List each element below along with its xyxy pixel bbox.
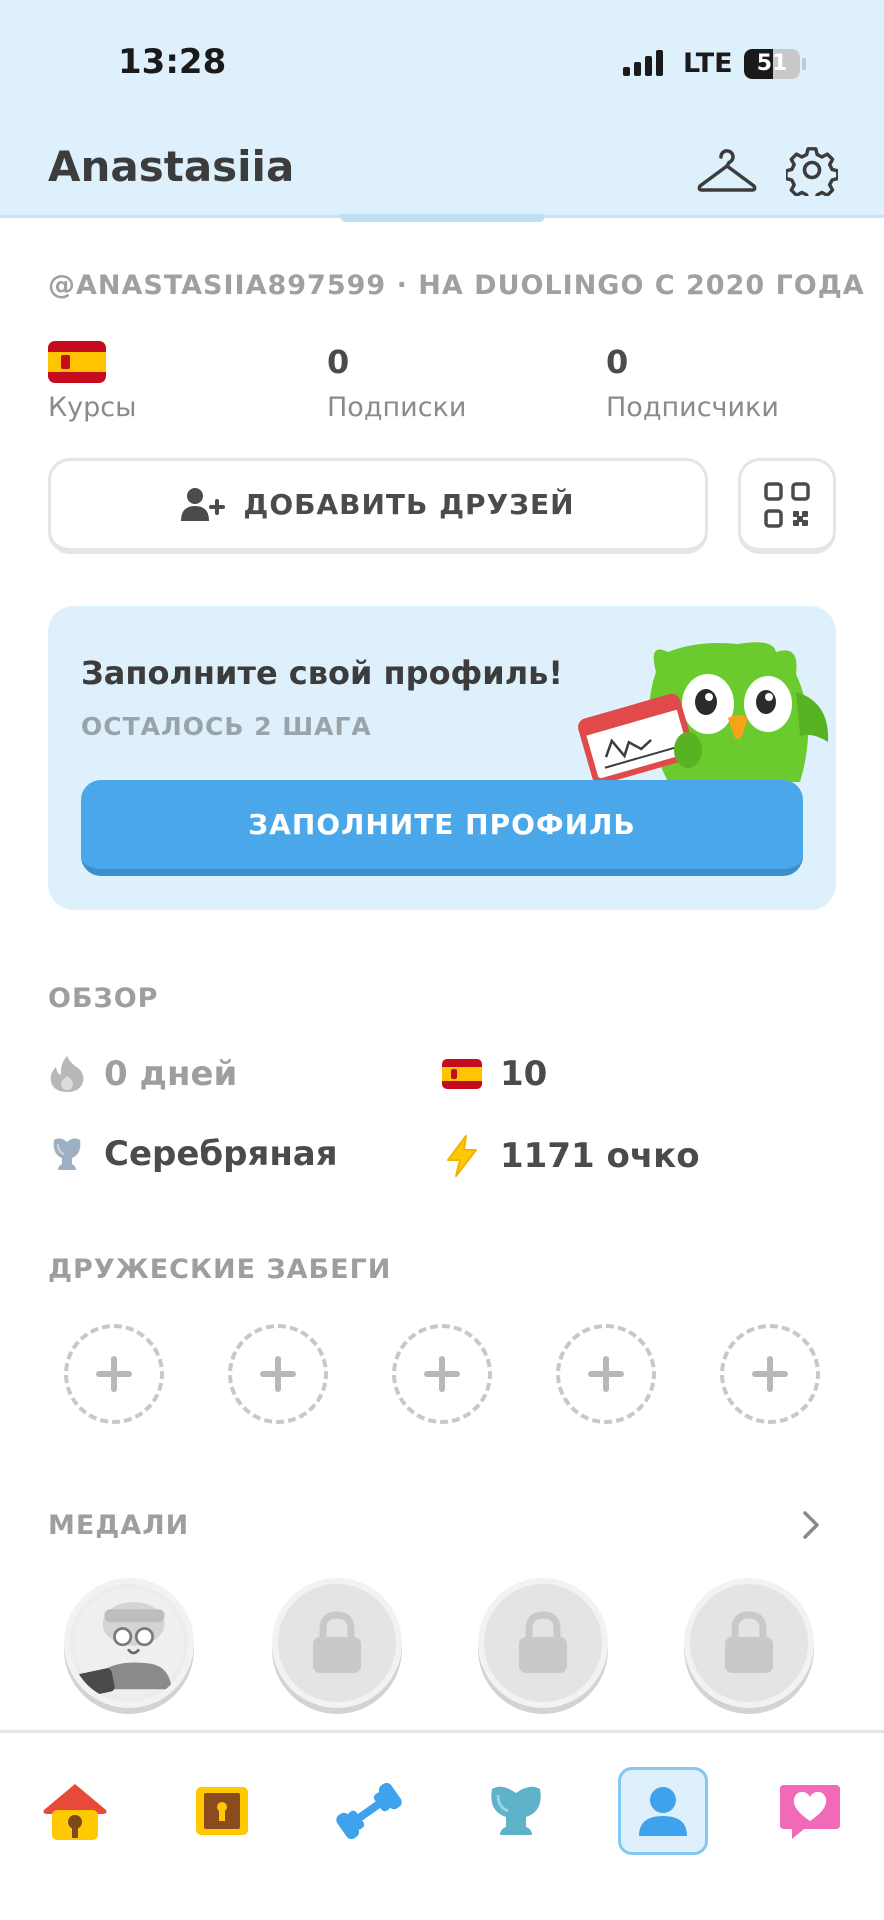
spain-flag-icon (48, 341, 106, 383)
complete-profile-title: Заполните свой профиль! (81, 654, 563, 692)
chest-icon (196, 1787, 248, 1835)
followers-label: Подписчики (606, 392, 779, 423)
add-user-icon (181, 487, 226, 521)
plus-icon (752, 1356, 788, 1392)
lock-icon (725, 1611, 773, 1673)
medal-character-icon (74, 1588, 184, 1698)
friend-quest-slot[interactable] (64, 1324, 164, 1424)
courses-label: Курсы (48, 392, 137, 423)
heart-message-icon (780, 1785, 840, 1839)
medal-locked[interactable] (272, 1578, 402, 1708)
streak-value: 0 дней (104, 1054, 238, 1094)
complete-profile-button[interactable]: ЗАПОЛНИТЕ ПРОФИЛЬ (81, 780, 803, 876)
friend-quest-slot[interactable] (720, 1324, 820, 1424)
chevron-right-icon[interactable] (800, 1510, 822, 1540)
add-friends-label: ДОБАВИТЬ ДРУЗЕЙ (243, 488, 575, 521)
league-stat: Серебряная (48, 1134, 338, 1174)
points-stat: 1171 очко (442, 1134, 700, 1178)
add-friends-button[interactable]: ДОБАВИТЬ ДРУЗЕЙ (48, 458, 708, 554)
trophy-icon (491, 1786, 541, 1835)
course-xp-stat: 10 (442, 1054, 547, 1094)
battery-icon: 51 (744, 49, 800, 79)
medal-unlocked[interactable] (64, 1578, 194, 1708)
streak-flame-icon (50, 1056, 84, 1092)
complete-profile-card: Заполните свой профиль! ОСТАЛОСЬ 2 ШАГА … (48, 606, 836, 910)
hanger-icon[interactable] (697, 146, 757, 196)
overview-title: ОБЗОР (48, 983, 159, 1014)
tab-practice[interactable] (324, 1767, 414, 1855)
network-label: LTE (683, 48, 733, 79)
plus-icon (260, 1356, 296, 1392)
following-stat[interactable]: 0 Подписки (327, 340, 466, 423)
tab-leagues[interactable] (471, 1767, 561, 1855)
qr-code-button[interactable] (738, 458, 836, 554)
courses-stat[interactable]: Курсы (48, 340, 136, 423)
duo-owl-illustration (578, 642, 829, 785)
spain-flag-icon (442, 1059, 482, 1089)
page-title: Anastasiia (48, 142, 295, 191)
gear-icon[interactable] (786, 144, 838, 196)
following-count: 0 (327, 343, 350, 381)
username-line: @ANASTASIIA897599 · НА DUOLINGO С 2020 Г… (48, 270, 865, 301)
streak-stat: 0 дней (48, 1054, 237, 1094)
battery-cap (802, 58, 806, 70)
friend-quest-slot[interactable] (228, 1324, 328, 1424)
medals-title: МЕДАЛИ (48, 1510, 190, 1541)
complete-profile-steps: ОСТАЛОСЬ 2 ШАГА (81, 712, 372, 741)
tab-shop[interactable] (765, 1767, 855, 1855)
points-value: 1171 очко (500, 1136, 700, 1176)
bottom-tab-bar (0, 1730, 884, 1920)
friend-quests-title: ДРУЖЕСКИЕ ЗАБЕГИ (48, 1254, 392, 1285)
lock-icon (313, 1611, 361, 1673)
medal-locked[interactable] (478, 1578, 608, 1708)
profile-icon (639, 1787, 687, 1836)
complete-profile-button-label: ЗАПОЛНИТЕ ПРОФИЛЬ (248, 808, 636, 841)
profile-header: 13:28 LTE 51 Anastasiia (0, 0, 884, 222)
qr-code-icon (764, 481, 810, 528)
course-xp-value: 10 (500, 1054, 548, 1094)
header-tab-indicator (340, 214, 545, 222)
lock-icon (519, 1611, 567, 1673)
plus-icon (424, 1356, 460, 1392)
followers-count: 0 (606, 343, 629, 381)
friend-quest-slot[interactable] (556, 1324, 656, 1424)
plus-icon (588, 1356, 624, 1392)
course-flag (48, 340, 136, 384)
signal-icon (623, 50, 663, 76)
status-time: 13:28 (118, 42, 227, 82)
silver-league-trophy-icon (53, 1138, 81, 1170)
followers-stat[interactable]: 0 Подписчики (606, 340, 779, 423)
friend-quest-slot[interactable] (392, 1324, 492, 1424)
lightning-icon (447, 1135, 477, 1177)
league-value: Серебряная (104, 1134, 338, 1174)
tab-home[interactable] (30, 1767, 120, 1855)
dumbbell-icon (336, 1782, 402, 1840)
following-label: Подписки (327, 392, 467, 423)
tab-profile[interactable] (618, 1767, 708, 1855)
battery-text: 51 (756, 51, 788, 76)
tab-chest[interactable] (177, 1767, 267, 1855)
medal-locked[interactable] (684, 1578, 814, 1708)
home-icon (43, 1784, 107, 1840)
plus-icon (96, 1356, 132, 1392)
